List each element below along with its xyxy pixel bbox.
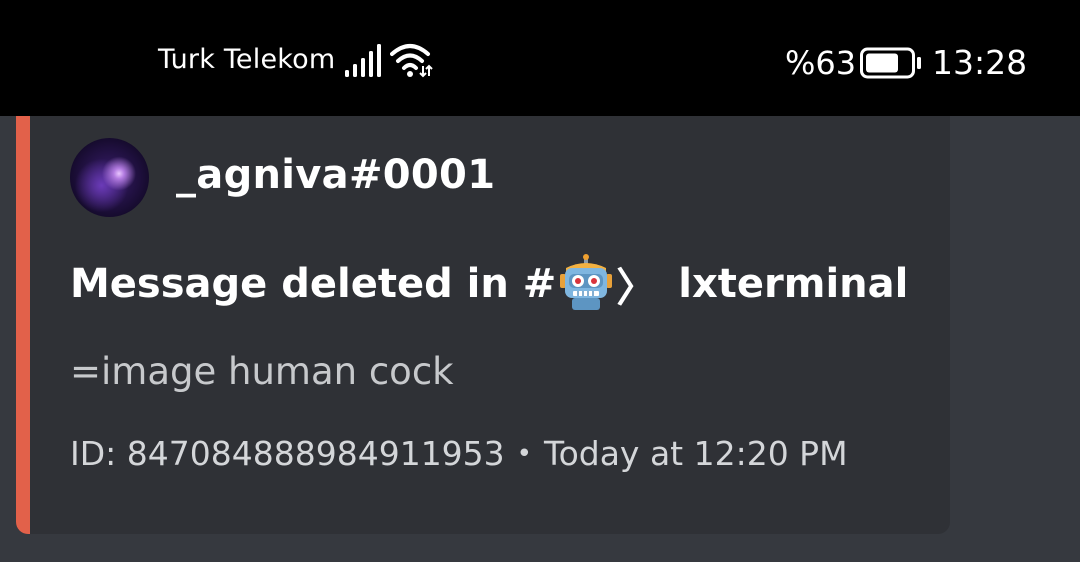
wifi-icon [390,44,433,78]
embed-title-bracket: 〉 [616,265,657,311]
clock: 13:28 [932,43,1028,82]
battery-icon [860,47,921,79]
footer-separator: • [516,439,533,469]
channel-name[interactable]: lxterminal [678,261,908,307]
embed-footer: ID: 847084888984911953 • Today at 12:20 PM [70,434,848,473]
embed-accent-bar [16,116,30,534]
battery-percentage: %63 [785,44,857,82]
embed-title-prefix: Message deleted in # [70,261,557,307]
deleted-message-content: =image human cock [70,350,454,393]
embed-author[interactable]: _agniva#0001 [176,152,495,198]
embed-title: Message deleted in # 〉 lxterminal [70,252,908,316]
robot-face-icon [560,254,613,310]
signal-bars-icon [345,44,381,77]
carrier-name: Turk Telekom [158,44,336,75]
deleted-message-embed: _agniva#0001 Message deleted in # 〉 lxte… [16,116,950,534]
message-timestamp: Today at 12:20 PM [544,434,848,473]
status-bar: Turk Telekom %63 13:28 [0,0,1080,116]
avatar[interactable] [70,138,149,217]
message-id: ID: 847084888984911953 [70,434,505,473]
